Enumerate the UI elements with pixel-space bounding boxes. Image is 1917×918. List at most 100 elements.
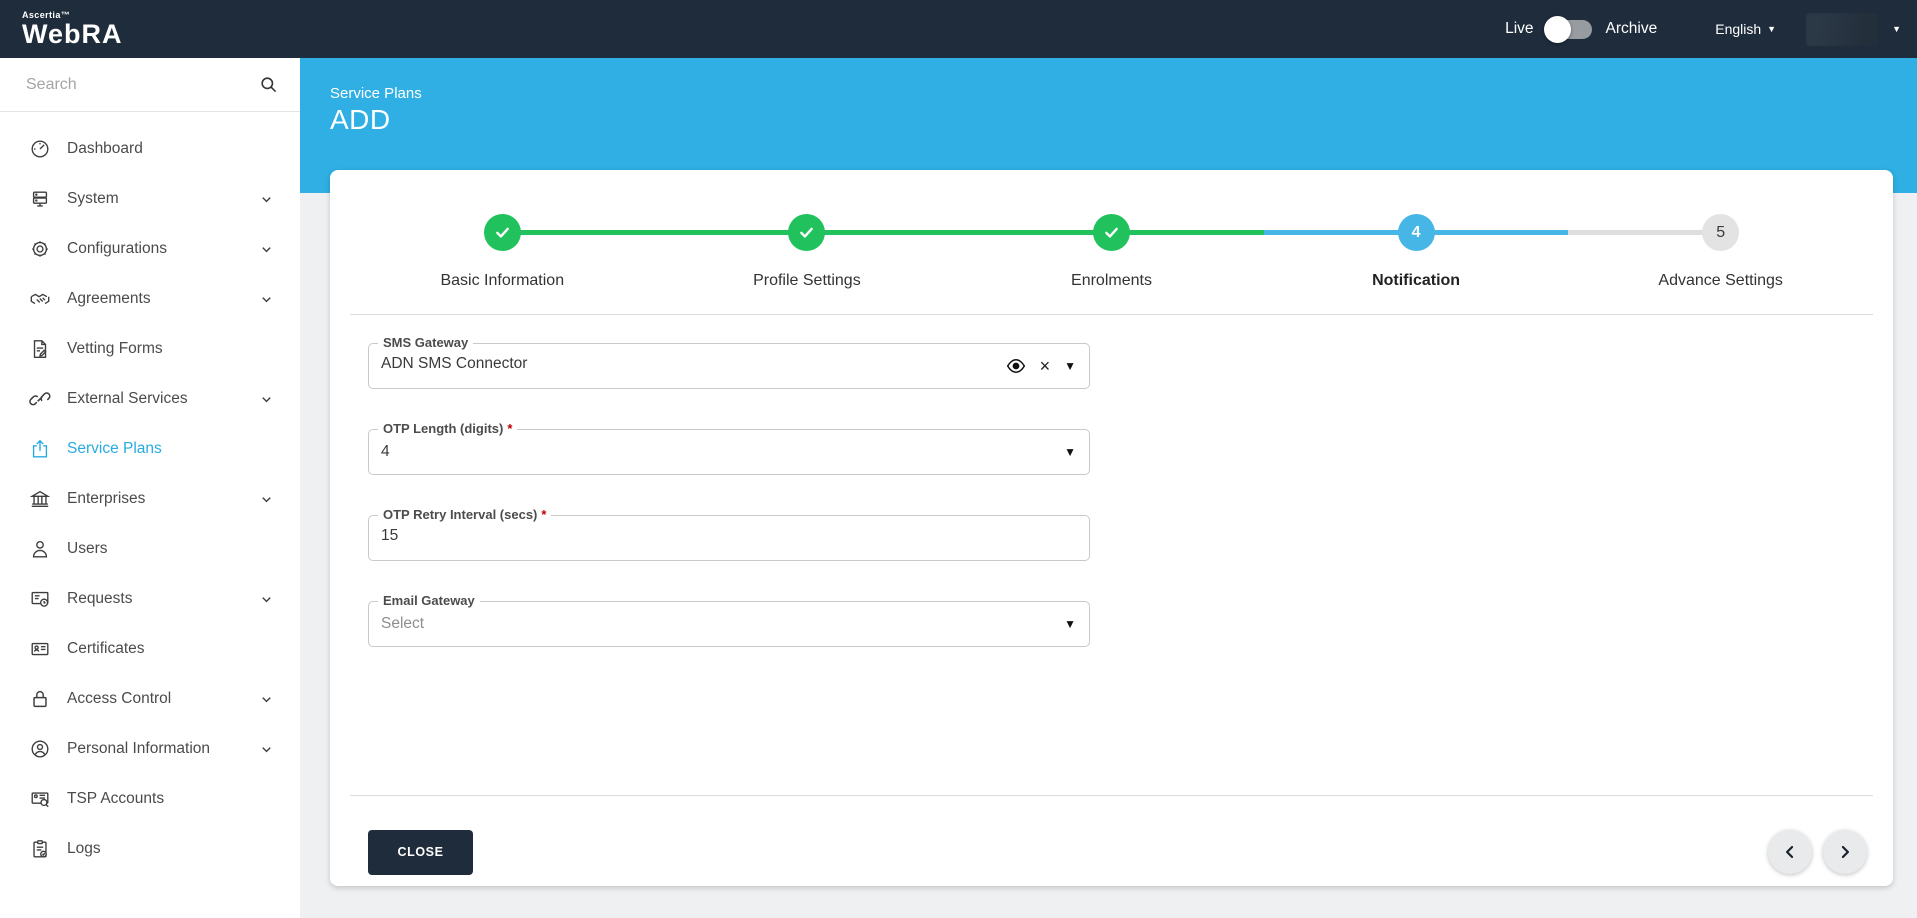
clipboard-icon bbox=[29, 838, 51, 860]
step-check-icon bbox=[1092, 214, 1130, 251]
field-label: OTP Retry Interval (secs) * bbox=[378, 507, 552, 522]
breadcrumb: Service Plans bbox=[330, 85, 422, 102]
handshake-icon bbox=[29, 288, 51, 310]
sidebar-item-label: Requests bbox=[67, 590, 133, 607]
user-account-box[interactable] bbox=[1806, 12, 1879, 46]
sidebar-item-tsp-accounts[interactable]: TSP Accounts bbox=[0, 774, 300, 824]
sidebar-item-label: Certificates bbox=[67, 640, 145, 657]
user-icon bbox=[29, 538, 51, 560]
sidebar-item-users[interactable]: Users bbox=[0, 524, 300, 574]
field-label: OTP Length (digits) * bbox=[378, 421, 518, 436]
step-notification[interactable]: 4 Notification bbox=[1263, 192, 1569, 290]
otp-length-field[interactable]: OTP Length (digits) * 4 ▼ bbox=[368, 421, 1090, 475]
gear-icon bbox=[29, 238, 51, 260]
lock-icon bbox=[29, 688, 51, 710]
sms-gateway-field[interactable]: SMS Gateway × ▼ bbox=[368, 335, 1090, 389]
sidebar-item-label: Agreements bbox=[67, 290, 151, 307]
sidebar-item-label: Service Plans bbox=[67, 440, 162, 457]
top-bar: Ascertia™ WebRA Live Archive English ▼ ▼ bbox=[0, 0, 1917, 58]
sidebar-item-service-plans[interactable]: Service Plans bbox=[0, 424, 300, 474]
step-enrolments[interactable]: Enrolments bbox=[959, 192, 1264, 290]
chevron-down-icon bbox=[259, 492, 274, 507]
sidebar-item-agreements[interactable]: Agreements bbox=[0, 274, 300, 324]
step-basic-information[interactable]: Basic Information bbox=[350, 192, 655, 290]
dashboard-icon bbox=[29, 138, 51, 160]
bank-icon bbox=[29, 488, 51, 510]
sidebar-item-dashboard[interactable]: Dashboard bbox=[0, 124, 300, 174]
email-gateway-field[interactable]: Email Gateway Select ▼ bbox=[368, 593, 1090, 647]
clear-icon[interactable]: × bbox=[1040, 357, 1051, 375]
user-menu-caret-icon[interactable]: ▼ bbox=[1892, 24, 1901, 34]
sidebar-item-access-control[interactable]: Access Control bbox=[0, 674, 300, 724]
chevron-down-icon bbox=[259, 692, 274, 707]
link-icon bbox=[29, 388, 51, 410]
sidebar-item-certificates[interactable]: Certificates bbox=[0, 624, 300, 674]
main-content: Service Plans ADD Basic Information Prof… bbox=[300, 58, 1917, 918]
sidebar-item-label: TSP Accounts bbox=[67, 790, 165, 807]
sidebar-item-label: Configurations bbox=[67, 240, 167, 257]
sidebar-item-configurations[interactable]: Configurations bbox=[0, 224, 300, 274]
sidebar-item-label: System bbox=[67, 190, 119, 207]
email-gateway-placeholder: Select bbox=[381, 615, 425, 632]
sidebar-item-label: Logs bbox=[67, 840, 101, 857]
step-check-icon bbox=[788, 214, 826, 251]
previous-step-button[interactable] bbox=[1768, 830, 1812, 874]
step-label: Basic Information bbox=[440, 272, 565, 289]
otp-retry-interval-field[interactable]: OTP Retry Interval (secs) * bbox=[368, 507, 1090, 561]
language-dropdown[interactable]: English bbox=[1715, 21, 1761, 37]
otp-retry-interval-input[interactable] bbox=[381, 527, 941, 545]
step-label: Enrolments bbox=[1071, 272, 1152, 289]
sidebar-item-requests[interactable]: Requests bbox=[0, 574, 300, 624]
person-circle-icon bbox=[29, 738, 51, 760]
step-number: 5 bbox=[1702, 214, 1740, 251]
chevron-down-icon bbox=[259, 292, 274, 307]
otp-length-value: 4 bbox=[381, 443, 390, 460]
toggle-knob[interactable] bbox=[1543, 15, 1571, 43]
dropdown-caret-icon[interactable]: ▼ bbox=[1064, 445, 1076, 459]
brand-webra: WebRA bbox=[22, 18, 123, 49]
live-label: Live bbox=[1505, 20, 1534, 37]
archive-label: Archive bbox=[1605, 20, 1658, 37]
step-advance-settings[interactable]: 5 Advance Settings bbox=[1568, 192, 1873, 290]
next-step-button[interactable] bbox=[1823, 830, 1867, 874]
step-label: Advance Settings bbox=[1658, 272, 1783, 289]
stepper: Basic Information Profile Settings Enrol… bbox=[350, 170, 1873, 315]
dropdown-caret-icon[interactable]: ▼ bbox=[1064, 617, 1076, 631]
language-caret-icon[interactable]: ▼ bbox=[1767, 24, 1776, 34]
search-input[interactable] bbox=[26, 75, 259, 94]
server-icon bbox=[29, 188, 51, 210]
sidebar-item-label: Dashboard bbox=[67, 140, 143, 157]
sidebar-item-personal-information[interactable]: Personal Information bbox=[0, 724, 300, 774]
eye-icon[interactable] bbox=[1006, 356, 1026, 376]
field-label: Email Gateway bbox=[378, 593, 480, 608]
sidebar: Dashboard System Configurations Agreemen… bbox=[0, 58, 300, 918]
live-archive-toggle[interactable] bbox=[1543, 15, 1592, 43]
sidebar-item-label: Enterprises bbox=[67, 490, 146, 507]
sidebar-item-label: External Services bbox=[67, 390, 188, 407]
sidebar-item-vetting-forms[interactable]: Vetting Forms bbox=[0, 324, 300, 374]
sidebar-item-label: Vetting Forms bbox=[67, 340, 163, 357]
step-profile-settings[interactable]: Profile Settings bbox=[654, 192, 960, 290]
app-logo: Ascertia™ WebRA bbox=[22, 10, 123, 49]
sidebar-search bbox=[0, 58, 300, 112]
step-number: 4 bbox=[1397, 214, 1435, 251]
wizard-card: Basic Information Profile Settings Enrol… bbox=[330, 170, 1893, 886]
step-label: Profile Settings bbox=[753, 272, 861, 289]
wizard-footer: CLOSE bbox=[330, 796, 1893, 886]
close-button[interactable]: CLOSE bbox=[368, 829, 473, 875]
dropdown-caret-icon[interactable]: ▼ bbox=[1064, 359, 1076, 373]
request-card-icon bbox=[29, 588, 51, 610]
sidebar-item-external-services[interactable]: External Services bbox=[0, 374, 300, 424]
sidebar-item-logs[interactable]: Logs bbox=[0, 824, 300, 874]
required-mark: * bbox=[541, 507, 547, 522]
step-label: Notification bbox=[1372, 272, 1461, 289]
card-search-icon bbox=[29, 788, 51, 810]
search-icon[interactable] bbox=[259, 75, 278, 94]
sidebar-item-label: Personal Information bbox=[67, 740, 211, 757]
id-card-icon bbox=[29, 638, 51, 660]
sidebar-item-system[interactable]: System bbox=[0, 174, 300, 224]
sms-gateway-input[interactable] bbox=[381, 355, 941, 373]
chevron-down-icon bbox=[259, 742, 274, 757]
sidebar-item-enterprises[interactable]: Enterprises bbox=[0, 474, 300, 524]
chevron-down-icon bbox=[259, 192, 274, 207]
